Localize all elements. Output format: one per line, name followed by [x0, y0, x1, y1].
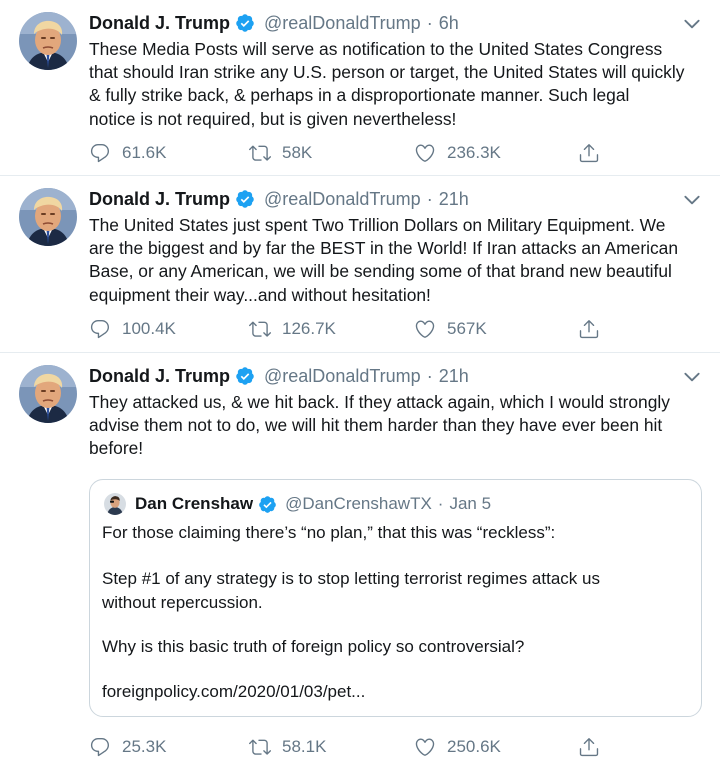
tweet[interactable]: Donald J. Trump @realDonaldTrump · 21h T… — [0, 176, 720, 353]
author-name[interactable]: Donald J. Trump — [89, 189, 230, 210]
separator-dot: · — [426, 188, 433, 209]
quoted-text-line: Step #1 of any strategy is to stop letti… — [102, 569, 600, 588]
heart-icon — [414, 142, 436, 164]
author-handle[interactable]: @realDonaldTrump — [264, 189, 421, 210]
tweet-actions: 100.4K 126.7K 567K — [89, 316, 609, 342]
tweet[interactable]: Donald J. Trump @realDonaldTrump · 6h Th… — [0, 0, 720, 176]
share-icon — [578, 142, 600, 164]
tweet-header: Donald J. Trump @realDonaldTrump · 21h — [89, 187, 469, 211]
tweet-text-line: The United States just spent Two Trillio… — [89, 215, 666, 235]
quoted-avatar — [104, 493, 126, 515]
retweet-button[interactable]: 58K — [249, 140, 312, 166]
author-handle[interactable]: @realDonaldTrump — [264, 366, 421, 387]
tweet-text-line: They attacked us, & we hit back. If they… — [89, 392, 670, 412]
avatar[interactable] — [19, 12, 77, 70]
heart-icon — [414, 736, 436, 758]
verified-badge-icon — [258, 495, 277, 514]
tweet-text-line: equipment their way...and without hesita… — [89, 284, 431, 305]
reply-count: 25.3K — [122, 737, 167, 756]
quoted-text-line: For those claiming there’s “no plan,” th… — [102, 523, 556, 542]
retweet-icon — [249, 736, 271, 758]
retweet-button[interactable]: 58.1K — [249, 734, 326, 760]
reply-count: 100.4K — [122, 319, 176, 338]
tweet-actions: 25.3K 58.1K 250.6K — [89, 734, 609, 760]
heart-icon — [414, 318, 436, 340]
reply-icon — [89, 142, 111, 164]
reply-button[interactable]: 61.6K — [89, 140, 166, 166]
share-button[interactable] — [578, 140, 600, 166]
reply-button[interactable]: 100.4K — [89, 316, 176, 342]
separator-dot: · — [437, 494, 444, 513]
retweet-button[interactable]: 126.7K — [249, 316, 336, 342]
like-count: 250.6K — [447, 737, 501, 756]
quoted-text-line: Why is this basic truth of foreign polic… — [102, 637, 525, 656]
chevron-down-icon[interactable] — [682, 14, 702, 34]
tweet-timestamp[interactable]: 21h — [439, 366, 469, 387]
author-handle[interactable]: @realDonaldTrump — [264, 13, 421, 34]
retweet-count: 58K — [282, 143, 313, 162]
tweet-text: They attacked us, & we hit back. If they… — [89, 391, 709, 461]
reply-icon — [89, 736, 111, 758]
like-button[interactable]: 236.3K — [414, 140, 501, 166]
retweet-icon — [249, 318, 271, 340]
share-icon — [578, 318, 600, 340]
reply-icon — [89, 318, 111, 340]
tweet-text-line: are the biggest and by far the BEST in t… — [89, 238, 679, 259]
avatar[interactable] — [19, 188, 77, 246]
tweet-header: Donald J. Trump @realDonaldTrump · 21h — [89, 364, 469, 388]
quoted-tweet-card[interactable]: Dan Crenshaw @DanCrenshawTX · Jan 5 For … — [89, 479, 702, 717]
like-count: 236.3K — [447, 143, 501, 162]
tweet-text-line: notice is not required, but is given nev… — [89, 108, 457, 129]
share-button[interactable] — [578, 734, 600, 760]
retweet-icon — [249, 142, 271, 164]
tweet-actions: 61.6K 58K 236.3K — [89, 140, 609, 166]
tweet-text: These Media Posts will serve as notifica… — [89, 38, 709, 131]
verified-badge-icon — [235, 13, 255, 33]
share-button[interactable] — [578, 316, 600, 342]
like-button[interactable]: 567K — [414, 316, 487, 342]
tweet-timestamp[interactable]: 21h — [439, 189, 469, 210]
reply-button[interactable]: 25.3K — [89, 734, 166, 760]
tweet-text: The United States just spent Two Trillio… — [89, 214, 709, 307]
separator-dot: · — [426, 12, 433, 33]
quoted-author-name: Dan Crenshaw — [135, 494, 254, 513]
reply-count: 61.6K — [122, 143, 167, 162]
chevron-down-icon[interactable] — [682, 190, 702, 210]
retweet-count: 58.1K — [282, 737, 327, 756]
quoted-author-handle: @DanCrenshawTX — [285, 494, 432, 513]
tweet-text-line: & fully strike back, & perhaps in a disp… — [89, 85, 630, 106]
like-count: 567K — [447, 319, 487, 338]
chevron-down-icon[interactable] — [682, 367, 702, 387]
tweet-text-line: before! — [89, 438, 144, 459]
quoted-link[interactable]: foreignpolicy.com/2020/01/03/pet... — [102, 682, 365, 702]
tweet[interactable]: Donald J. Trump @realDonaldTrump · 21h T… — [0, 353, 720, 771]
avatar[interactable] — [19, 365, 77, 423]
quoted-text-line: without repercussion. — [102, 593, 263, 612]
quoted-timestamp: Jan 5 — [449, 494, 492, 513]
retweet-count: 126.7K — [282, 319, 336, 338]
verified-badge-icon — [235, 189, 255, 209]
like-button[interactable]: 250.6K — [414, 734, 501, 760]
tweet-text-line: These Media Posts will serve as notifica… — [89, 39, 663, 59]
tweet-text-line: advise them not to do, we will hit them … — [89, 415, 663, 436]
separator-dot: · — [426, 365, 433, 386]
tweet-header: Donald J. Trump @realDonaldTrump · 6h — [89, 11, 459, 35]
author-name[interactable]: Donald J. Trump — [89, 13, 230, 34]
tweet-timestamp[interactable]: 6h — [439, 13, 459, 34]
tweet-text-line: that should Iran strike any U.S. person … — [89, 62, 685, 83]
tweet-text-line: Base, or any American, we will be sendin… — [89, 261, 672, 282]
share-icon — [578, 736, 600, 758]
quoted-tweet-header: Dan Crenshaw @DanCrenshawTX · Jan 5 — [104, 492, 491, 516]
verified-badge-icon — [235, 366, 255, 386]
author-name[interactable]: Donald J. Trump — [89, 366, 230, 387]
